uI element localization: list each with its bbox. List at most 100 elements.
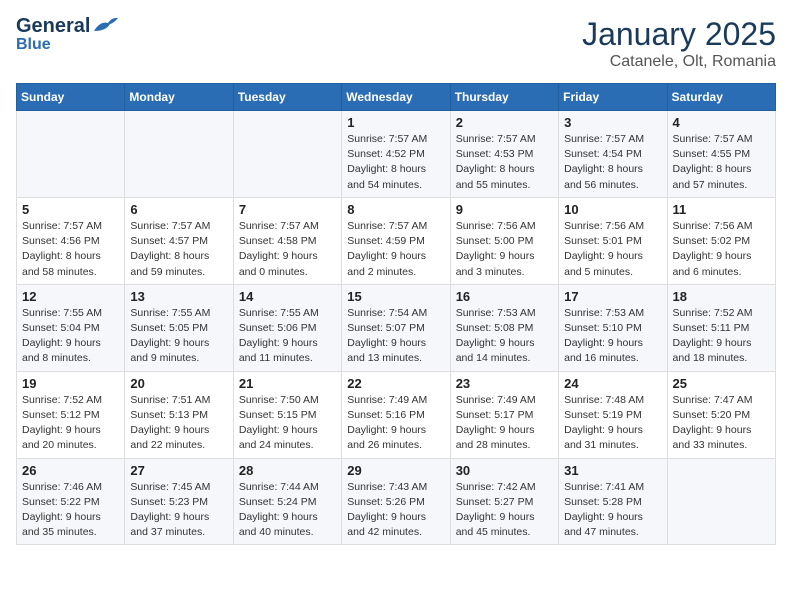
calendar-cell: 25 Sunrise: 7:47 AMSunset: 5:20 PMDaylig… xyxy=(667,371,775,458)
day-detail: Sunrise: 7:50 AMSunset: 5:15 PMDaylight:… xyxy=(239,394,319,452)
day-number: 18 xyxy=(673,289,770,304)
calendar-cell: 20 Sunrise: 7:51 AMSunset: 5:13 PMDaylig… xyxy=(125,371,233,458)
day-number: 13 xyxy=(130,289,227,304)
calendar-header: SundayMondayTuesdayWednesdayThursdayFrid… xyxy=(17,84,776,111)
day-number: 19 xyxy=(22,376,119,391)
calendar-body: 1 Sunrise: 7:57 AMSunset: 4:52 PMDayligh… xyxy=(17,111,776,545)
day-number: 27 xyxy=(130,463,227,478)
day-detail: Sunrise: 7:52 AMSunset: 5:12 PMDaylight:… xyxy=(22,394,102,452)
calendar-cell: 23 Sunrise: 7:49 AMSunset: 5:17 PMDaylig… xyxy=(450,371,558,458)
calendar-cell: 15 Sunrise: 7:54 AMSunset: 5:07 PMDaylig… xyxy=(342,284,450,371)
day-number: 31 xyxy=(564,463,661,478)
calendar-cell: 11 Sunrise: 7:56 AMSunset: 5:02 PMDaylig… xyxy=(667,197,775,284)
logo-bird-icon xyxy=(92,13,120,35)
calendar-cell: 8 Sunrise: 7:57 AMSunset: 4:59 PMDayligh… xyxy=(342,197,450,284)
day-number: 26 xyxy=(22,463,119,478)
day-detail: Sunrise: 7:57 AMSunset: 4:59 PMDaylight:… xyxy=(347,220,427,278)
month-title: January 2025 xyxy=(582,16,776,53)
day-number: 21 xyxy=(239,376,336,391)
calendar-cell: 31 Sunrise: 7:41 AMSunset: 5:28 PMDaylig… xyxy=(559,458,667,545)
calendar-cell: 27 Sunrise: 7:45 AMSunset: 5:23 PMDaylig… xyxy=(125,458,233,545)
day-number: 2 xyxy=(456,115,553,130)
day-number: 20 xyxy=(130,376,227,391)
calendar-cell: 28 Sunrise: 7:44 AMSunset: 5:24 PMDaylig… xyxy=(233,458,341,545)
day-number: 28 xyxy=(239,463,336,478)
day-number: 11 xyxy=(673,202,770,217)
weekday-header-tuesday: Tuesday xyxy=(233,84,341,111)
day-number: 7 xyxy=(239,202,336,217)
day-detail: Sunrise: 7:46 AMSunset: 5:22 PMDaylight:… xyxy=(22,481,102,539)
day-number: 15 xyxy=(347,289,444,304)
calendar-cell: 19 Sunrise: 7:52 AMSunset: 5:12 PMDaylig… xyxy=(17,371,125,458)
day-detail: Sunrise: 7:57 AMSunset: 4:53 PMDaylight:… xyxy=(456,133,536,191)
calendar-cell: 5 Sunrise: 7:57 AMSunset: 4:56 PMDayligh… xyxy=(17,197,125,284)
day-number: 8 xyxy=(347,202,444,217)
calendar-cell: 3 Sunrise: 7:57 AMSunset: 4:54 PMDayligh… xyxy=(559,111,667,198)
day-detail: Sunrise: 7:48 AMSunset: 5:19 PMDaylight:… xyxy=(564,394,644,452)
calendar-cell: 4 Sunrise: 7:57 AMSunset: 4:55 PMDayligh… xyxy=(667,111,775,198)
calendar-cell: 26 Sunrise: 7:46 AMSunset: 5:22 PMDaylig… xyxy=(17,458,125,545)
day-number: 14 xyxy=(239,289,336,304)
weekday-header-sunday: Sunday xyxy=(17,84,125,111)
calendar-cell: 22 Sunrise: 7:49 AMSunset: 5:16 PMDaylig… xyxy=(342,371,450,458)
day-detail: Sunrise: 7:42 AMSunset: 5:27 PMDaylight:… xyxy=(456,481,536,539)
calendar-cell: 29 Sunrise: 7:43 AMSunset: 5:26 PMDaylig… xyxy=(342,458,450,545)
logo: General Blue xyxy=(16,16,120,54)
calendar-cell xyxy=(667,458,775,545)
day-detail: Sunrise: 7:53 AMSunset: 5:10 PMDaylight:… xyxy=(564,307,644,365)
day-number: 9 xyxy=(456,202,553,217)
day-detail: Sunrise: 7:57 AMSunset: 4:56 PMDaylight:… xyxy=(22,220,102,278)
day-number: 30 xyxy=(456,463,553,478)
day-number: 10 xyxy=(564,202,661,217)
calendar-cell: 12 Sunrise: 7:55 AMSunset: 5:04 PMDaylig… xyxy=(17,284,125,371)
day-number: 24 xyxy=(564,376,661,391)
day-detail: Sunrise: 7:47 AMSunset: 5:20 PMDaylight:… xyxy=(673,394,753,452)
logo-subtext: Blue xyxy=(16,36,51,53)
weekday-header-saturday: Saturday xyxy=(667,84,775,111)
day-detail: Sunrise: 7:57 AMSunset: 4:58 PMDaylight:… xyxy=(239,220,319,278)
page-header: General Blue January 2025 Catanele, Olt,… xyxy=(16,16,776,71)
day-detail: Sunrise: 7:55 AMSunset: 5:04 PMDaylight:… xyxy=(22,307,102,365)
day-detail: Sunrise: 7:53 AMSunset: 5:08 PMDaylight:… xyxy=(456,307,536,365)
title-block: January 2025 Catanele, Olt, Romania xyxy=(582,16,776,71)
weekday-header-monday: Monday xyxy=(125,84,233,111)
calendar-cell: 30 Sunrise: 7:42 AMSunset: 5:27 PMDaylig… xyxy=(450,458,558,545)
day-number: 22 xyxy=(347,376,444,391)
day-detail: Sunrise: 7:54 AMSunset: 5:07 PMDaylight:… xyxy=(347,307,427,365)
calendar-week-0: 1 Sunrise: 7:57 AMSunset: 4:52 PMDayligh… xyxy=(17,111,776,198)
day-detail: Sunrise: 7:55 AMSunset: 5:06 PMDaylight:… xyxy=(239,307,319,365)
day-detail: Sunrise: 7:45 AMSunset: 5:23 PMDaylight:… xyxy=(130,481,210,539)
day-number: 25 xyxy=(673,376,770,391)
calendar-week-4: 26 Sunrise: 7:46 AMSunset: 5:22 PMDaylig… xyxy=(17,458,776,545)
day-detail: Sunrise: 7:44 AMSunset: 5:24 PMDaylight:… xyxy=(239,481,319,539)
day-number: 3 xyxy=(564,115,661,130)
day-detail: Sunrise: 7:43 AMSunset: 5:26 PMDaylight:… xyxy=(347,481,427,539)
calendar-cell: 16 Sunrise: 7:53 AMSunset: 5:08 PMDaylig… xyxy=(450,284,558,371)
calendar-cell: 18 Sunrise: 7:52 AMSunset: 5:11 PMDaylig… xyxy=(667,284,775,371)
calendar-cell: 6 Sunrise: 7:57 AMSunset: 4:57 PMDayligh… xyxy=(125,197,233,284)
day-detail: Sunrise: 7:49 AMSunset: 5:16 PMDaylight:… xyxy=(347,394,427,452)
calendar-cell xyxy=(17,111,125,198)
weekday-header-wednesday: Wednesday xyxy=(342,84,450,111)
calendar-cell: 14 Sunrise: 7:55 AMSunset: 5:06 PMDaylig… xyxy=(233,284,341,371)
calendar-cell: 24 Sunrise: 7:48 AMSunset: 5:19 PMDaylig… xyxy=(559,371,667,458)
day-detail: Sunrise: 7:57 AMSunset: 4:52 PMDaylight:… xyxy=(347,133,427,191)
day-detail: Sunrise: 7:57 AMSunset: 4:57 PMDaylight:… xyxy=(130,220,210,278)
day-number: 4 xyxy=(673,115,770,130)
calendar-cell xyxy=(125,111,233,198)
day-number: 12 xyxy=(22,289,119,304)
day-detail: Sunrise: 7:56 AMSunset: 5:02 PMDaylight:… xyxy=(673,220,753,278)
calendar-cell: 9 Sunrise: 7:56 AMSunset: 5:00 PMDayligh… xyxy=(450,197,558,284)
day-detail: Sunrise: 7:49 AMSunset: 5:17 PMDaylight:… xyxy=(456,394,536,452)
calendar-cell: 2 Sunrise: 7:57 AMSunset: 4:53 PMDayligh… xyxy=(450,111,558,198)
day-number: 5 xyxy=(22,202,119,217)
day-detail: Sunrise: 7:56 AMSunset: 5:01 PMDaylight:… xyxy=(564,220,644,278)
weekday-row: SundayMondayTuesdayWednesdayThursdayFrid… xyxy=(17,84,776,111)
day-number: 29 xyxy=(347,463,444,478)
day-detail: Sunrise: 7:52 AMSunset: 5:11 PMDaylight:… xyxy=(673,307,753,365)
calendar-cell: 13 Sunrise: 7:55 AMSunset: 5:05 PMDaylig… xyxy=(125,284,233,371)
calendar-cell: 1 Sunrise: 7:57 AMSunset: 4:52 PMDayligh… xyxy=(342,111,450,198)
calendar-week-2: 12 Sunrise: 7:55 AMSunset: 5:04 PMDaylig… xyxy=(17,284,776,371)
logo-text: General xyxy=(16,16,90,36)
day-number: 1 xyxy=(347,115,444,130)
